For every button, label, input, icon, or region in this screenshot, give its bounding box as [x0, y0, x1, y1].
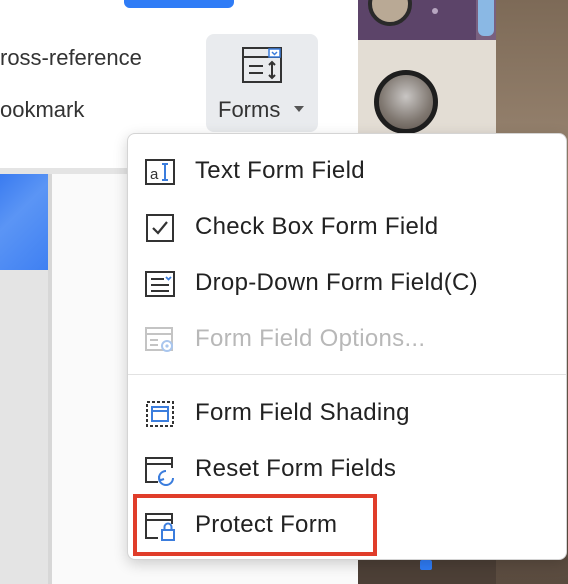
- menu-item-label: Reset Form Fields: [195, 455, 397, 482]
- menu-item-label: Text Form Field: [195, 157, 365, 184]
- svg-text:a: a: [150, 166, 159, 183]
- forms-icon: [242, 47, 282, 83]
- forms-label: Forms: [218, 97, 281, 122]
- menu-item-label: Check Box Form Field: [195, 213, 439, 240]
- bookmark-button[interactable]: ookmark: [0, 97, 84, 123]
- menu-item-label: Form Field Options...: [195, 325, 426, 352]
- menu-item-form-field-shading[interactable]: Form Field Shading: [128, 388, 566, 440]
- cross-reference-button[interactable]: ross-reference: [0, 45, 142, 71]
- menu-item-form-field-options: Form Field Options...: [128, 314, 566, 366]
- chevron-down-icon: [294, 106, 304, 112]
- ribbon-blue-button[interactable]: [124, 0, 234, 8]
- checkbox-icon: [146, 214, 174, 242]
- menu-separator: [128, 374, 566, 375]
- blue-chip: [420, 560, 432, 570]
- highlight-box: [133, 494, 377, 556]
- menu-item-drop-down-form-field[interactable]: Drop-Down Form Field(C): [128, 258, 566, 310]
- field-options-icon: [145, 327, 173, 352]
- field-shading-icon: [146, 401, 174, 427]
- menu-item-reset-form-fields[interactable]: Reset Form Fields: [128, 444, 566, 496]
- menu-item-text-form-field[interactable]: a Text Form Field: [128, 146, 566, 198]
- text-form-field-icon: a: [145, 159, 175, 185]
- menu-item-label: Form Field Shading: [195, 399, 410, 426]
- forms-button[interactable]: Forms: [206, 34, 318, 132]
- lens-image: [374, 70, 438, 134]
- menu-item-label: Drop-Down Form Field(C): [195, 269, 478, 296]
- document-image: [0, 174, 48, 270]
- dropdown-field-icon: [145, 271, 175, 297]
- reset-fields-icon: [145, 457, 174, 486]
- forms-dropdown-menu: a Text Form Field Check Box Form Field D…: [127, 133, 567, 560]
- menu-item-check-box-form-field[interactable]: Check Box Form Field: [128, 202, 566, 254]
